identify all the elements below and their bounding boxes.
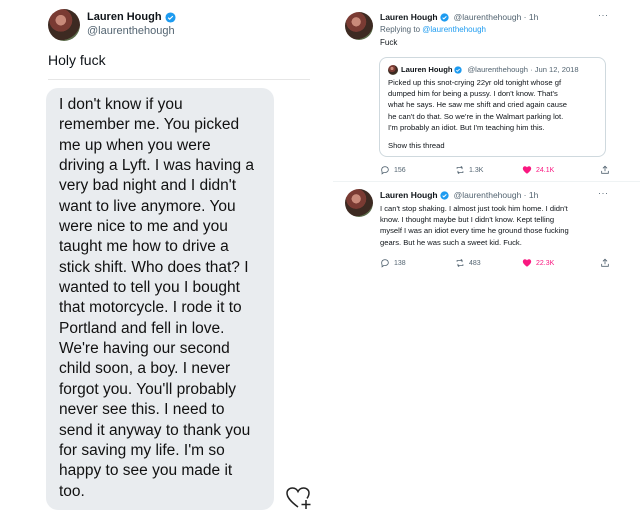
reply-button[interactable]: 156 xyxy=(380,165,406,175)
text-line: dumped him for being a pussy. I don't kn… xyxy=(388,89,558,99)
quote-text: Picked up this snot-crying 22yr old toni… xyxy=(388,77,603,133)
reply-author-name: Lauren Hough xyxy=(380,12,438,22)
followup-author-name: Lauren Hough xyxy=(380,190,438,200)
text-line: I'm probably an idiot. But I'm teaching … xyxy=(388,122,545,132)
quote-author: Lauren Hough @laurenthehough · Jun 12, 2… xyxy=(401,65,579,74)
followup-actions: 138 483 22.3K xyxy=(380,257,620,269)
verified-badge-icon xyxy=(439,12,449,22)
text-line: were nice to me and you xyxy=(59,218,228,236)
author-name[interactable]: Lauren Hough xyxy=(87,11,176,23)
author-handle[interactable]: @laurenthehough xyxy=(87,25,175,37)
reply-count: 138 xyxy=(394,259,406,267)
text-line: very bad night and I didn't xyxy=(59,177,237,195)
reply-text: Fuck xyxy=(380,38,398,47)
reply-icon xyxy=(381,166,389,175)
text-line: driving a Lyft. I was having a xyxy=(59,157,254,175)
text-line: send it anyway to thank you xyxy=(59,421,251,439)
text-line: Portland and fell in love. xyxy=(59,319,225,337)
text-line: I don't know if you xyxy=(59,96,183,113)
text-line: me up when you were xyxy=(59,136,211,154)
retweet-icon xyxy=(456,165,464,175)
share-icon xyxy=(601,258,609,267)
retweet-button[interactable]: 1.3K xyxy=(455,165,483,175)
text-line: stick shift. Who does that? I xyxy=(59,258,249,276)
quote-author-name: Lauren Hough xyxy=(401,65,453,74)
show-thread-link[interactable]: Show this thread xyxy=(388,140,445,151)
replying-to-handle[interactable]: @laurenthehough xyxy=(422,25,486,34)
share-button[interactable] xyxy=(600,258,610,268)
tweet-text: Holy fuck xyxy=(48,52,106,68)
verified-badge-icon xyxy=(439,190,449,200)
reply-author[interactable]: Lauren Hough @laurenthehough · 1h xyxy=(380,12,538,22)
share-button[interactable] xyxy=(600,165,610,175)
text-line: want to live anymore. You xyxy=(59,197,236,215)
replying-to-prefix: Replying to xyxy=(380,25,423,34)
text-line: what he says. He saw me shift and cried … xyxy=(388,100,567,110)
reply-actions: 156 1.3K 24.1K xyxy=(380,164,620,176)
heart-plus-icon[interactable] xyxy=(285,485,313,511)
replying-to: Replying to @laurenthehough xyxy=(380,25,486,34)
avatar[interactable] xyxy=(345,189,373,217)
text-line: I can't stop shaking. I almost just took… xyxy=(380,204,568,213)
text-line: for saving my life. I'm so xyxy=(59,441,225,459)
text-line: that motorcycle. I rode it to xyxy=(59,299,242,317)
text-line: happy to see you made it xyxy=(59,462,233,480)
reply-count: 156 xyxy=(394,166,406,174)
right-screenshot-panel: Lauren Hough @laurenthehough · 1h ··· Re… xyxy=(333,0,640,517)
text-line: gears. But he was such a sweet kid. Fuck… xyxy=(380,237,522,247)
retweet-count: 483 xyxy=(469,259,481,267)
retweet-count: 1.3K xyxy=(469,166,484,174)
text-line: myself I was an idiot every time he grou… xyxy=(380,226,569,236)
divider xyxy=(333,181,640,182)
reply-button[interactable]: 138 xyxy=(380,258,406,268)
text-line: remember me. You picked xyxy=(59,116,240,134)
text-line: know. I thought maybe but I didn't know.… xyxy=(380,215,555,225)
share-icon xyxy=(601,165,609,174)
reply-icon xyxy=(381,259,389,268)
like-count: 22.3K xyxy=(536,259,555,267)
text-line: child soon, a boy. I never xyxy=(59,360,231,378)
author-name-text: Lauren Hough xyxy=(87,11,162,23)
verified-badge-icon xyxy=(454,65,463,74)
more-icon[interactable]: ··· xyxy=(598,10,609,20)
followup-meta: @laurenthehough · 1h xyxy=(453,190,539,200)
heart-icon xyxy=(522,259,532,267)
quoted-tweet[interactable]: Lauren Hough @laurenthehough · Jun 12, 2… xyxy=(379,57,606,157)
text-line: forgot you. You'll probably xyxy=(59,380,237,398)
divider xyxy=(48,79,310,80)
avatar[interactable] xyxy=(345,12,373,40)
more-icon[interactable]: ··· xyxy=(598,188,609,198)
text-line: too. xyxy=(59,482,85,500)
text-line: taught me how to drive a xyxy=(59,238,229,256)
text-line: We're having our second xyxy=(59,340,230,358)
like-button[interactable]: 24.1K xyxy=(522,165,554,175)
left-screenshot-panel: Lauren Hough @laurenthehough Holy fuck I… xyxy=(0,0,322,517)
retweet-icon xyxy=(456,258,464,268)
like-button[interactable]: 22.3K xyxy=(522,258,554,268)
reply-meta: @laurenthehough · 1h xyxy=(453,12,539,22)
followup-author[interactable]: Lauren Hough @laurenthehough · 1h xyxy=(380,190,538,200)
text-line: he can't do that. So we're in the Walmar… xyxy=(388,111,564,121)
avatar[interactable] xyxy=(48,9,80,41)
retweet-button[interactable]: 483 xyxy=(455,258,481,268)
verified-badge-icon xyxy=(165,11,176,23)
text-line: Picked up this snot-crying 22yr old toni… xyxy=(388,78,562,87)
heart-icon xyxy=(522,166,532,174)
text-line: never see this. I need to xyxy=(59,401,225,419)
text-line: wanted to tell you I bought xyxy=(59,279,240,297)
quote-meta: @laurenthehough · Jun 12, 2018 xyxy=(467,65,579,74)
like-count: 24.1K xyxy=(536,166,555,174)
followup-text: I can't stop shaking. I almost just took… xyxy=(380,203,630,248)
message-text: I don't know if you remember me. You pick… xyxy=(59,95,269,502)
avatar xyxy=(388,65,398,75)
